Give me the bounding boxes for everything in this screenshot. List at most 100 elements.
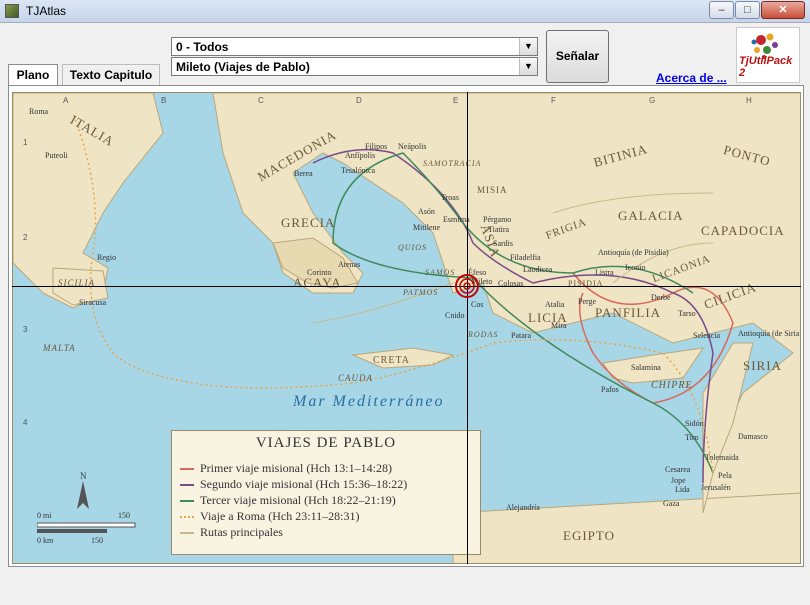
logo-text: TjUtilPack 2 (739, 55, 793, 79)
legend-swatch (180, 532, 194, 535)
city-label: Anfípolis (345, 151, 376, 160)
tjutilpack-logo[interactable]: TjUtilPack 2 (736, 27, 800, 83)
city-label: Pafos (601, 385, 619, 394)
city-label: Puteoli (45, 151, 68, 160)
city-label: Corinto (307, 268, 332, 277)
location-select-value: Mileto (Viajes de Pablo) (176, 60, 310, 74)
city-label: Derbe (651, 293, 671, 302)
city-label: Damasco (738, 432, 768, 441)
grid-col-label: D (356, 96, 362, 105)
legend-item: Primer viaje misional (Hch 13:1–14:28) (180, 461, 392, 476)
region-siria: SIRIA (743, 358, 782, 373)
grid-row-label: 2 (23, 233, 28, 242)
region-rodas: RODAS (468, 330, 499, 339)
city-label: Gaza (663, 499, 680, 508)
city-label: Atenas (338, 260, 361, 269)
legend-swatch (180, 484, 194, 487)
legend-item: Segundo viaje misional (Hch 15:36–18:22) (180, 477, 407, 492)
north-label: N (80, 471, 87, 481)
city-label: Laodicea (523, 265, 553, 274)
scale-label-mi: 0 mi (37, 511, 52, 520)
city-label: Pela (718, 471, 732, 480)
city-label: Siracusa (79, 298, 107, 307)
tab-texto-capitulo[interactable]: Texto Capitulo (62, 64, 160, 85)
grid-row-label: 4 (23, 418, 28, 427)
title-bar: TJAtlas – □ ✕ (0, 0, 810, 23)
region-samotracia: SAMOTRACIA (423, 159, 482, 168)
target-marker-icon (455, 274, 479, 298)
city-label: Seleucia (693, 331, 721, 340)
city-label: Antioquía (de Siria) (738, 329, 801, 338)
region-malta: MALTA (43, 343, 76, 353)
city-label: Patara (511, 331, 531, 340)
crosshair-vertical (467, 92, 468, 564)
city-label: Mira (551, 321, 567, 330)
city-label: Atalia (545, 300, 565, 309)
legend-swatch (180, 500, 194, 503)
grid-col-label: A (63, 96, 69, 105)
region-quios: QUIOS (398, 243, 427, 252)
region-cauda: CAUDA (338, 373, 373, 383)
city-label: Salamina (631, 363, 661, 372)
region-patmos: PATMOS (403, 288, 439, 297)
acerca-link[interactable]: Acerca de ... (656, 71, 727, 85)
tab-plano[interactable]: Plano (8, 64, 58, 85)
city-label: Regio (97, 253, 117, 262)
chevron-down-icon[interactable]: ▼ (519, 38, 537, 55)
category-select[interactable]: 0 - Todos ▼ (171, 37, 538, 56)
city-label: Sidón (685, 419, 704, 428)
grid-col-label: F (551, 96, 556, 105)
close-button[interactable]: ✕ (761, 1, 805, 19)
region-samos: SAMOS (425, 268, 456, 277)
city-label: Tesalónica (341, 166, 376, 175)
city-label: Jope (671, 476, 686, 485)
scale-max-mi: 150 (118, 511, 130, 520)
city-label: Tiro (685, 433, 699, 442)
city-label: Roma (29, 107, 49, 116)
chevron-down-icon[interactable]: ▼ (519, 58, 537, 75)
city-label: Jerusalén (701, 483, 731, 492)
city-label: Berea (294, 169, 313, 178)
legend-swatch (180, 516, 194, 519)
map-view[interactable]: ITALIA MACEDONIA GRECIA ACAYA BITINIA PO… (12, 92, 801, 564)
city-label: Sardis (493, 239, 513, 248)
region-grecia: GRECIA (281, 215, 336, 230)
grid-col-label: G (649, 96, 656, 105)
city-label: Alejandría (506, 503, 540, 512)
region-capadocia: CAPADOCIA (701, 223, 785, 238)
city-label: Cnido (445, 311, 465, 320)
city-label: Asón (418, 207, 435, 216)
north-arrow-icon (77, 481, 89, 509)
crosshair-horizontal (12, 286, 801, 287)
city-label: Tarso (678, 309, 696, 318)
status-bar (8, 569, 804, 585)
region-galacia: GALACIA (618, 208, 684, 223)
city-label: Lida (675, 485, 690, 494)
senalar-button[interactable]: Señalar (546, 30, 609, 83)
maximize-button[interactable]: □ (735, 1, 760, 19)
minimize-button[interactable]: – (709, 1, 734, 19)
grid-row-label: 3 (23, 325, 28, 334)
legend-item: Viaje a Roma (Hch 23:11–28:31) (180, 509, 359, 524)
grid-col-label: H (746, 96, 752, 105)
scale-max-km: 150 (91, 536, 103, 545)
grid-col-label: E (453, 96, 459, 105)
city-label: Tolemaida (705, 453, 739, 462)
legend-label: Tercer viaje misional (Hch 18:22–21:19) (200, 493, 396, 507)
legend-label: Segundo viaje misional (Hch 15:36–18:22) (200, 477, 408, 491)
city-label: Iconio (625, 263, 646, 272)
legend-item: Tercer viaje misional (Hch 18:22–21:19) (180, 493, 396, 508)
city-label: Esmirna (443, 215, 470, 224)
city-label: Neápolis (398, 142, 427, 151)
window-title: TJAtlas (26, 4, 67, 18)
location-select[interactable]: Mileto (Viajes de Pablo) ▼ (171, 57, 538, 76)
city-label: Mitilene (413, 223, 441, 232)
region-acaya: ACAYA (293, 275, 342, 290)
region-egipto: EGIPTO (563, 528, 615, 543)
region-creta: CRETA (373, 355, 410, 366)
category-select-value: 0 - Todos (176, 40, 229, 54)
legend: VIAJES DE PABLO Primer viaje misional (H… (171, 430, 481, 555)
city-label: Cos (471, 300, 484, 309)
city-label: Filadelfia (510, 253, 541, 262)
legend-label: Rutas principales (200, 525, 283, 539)
